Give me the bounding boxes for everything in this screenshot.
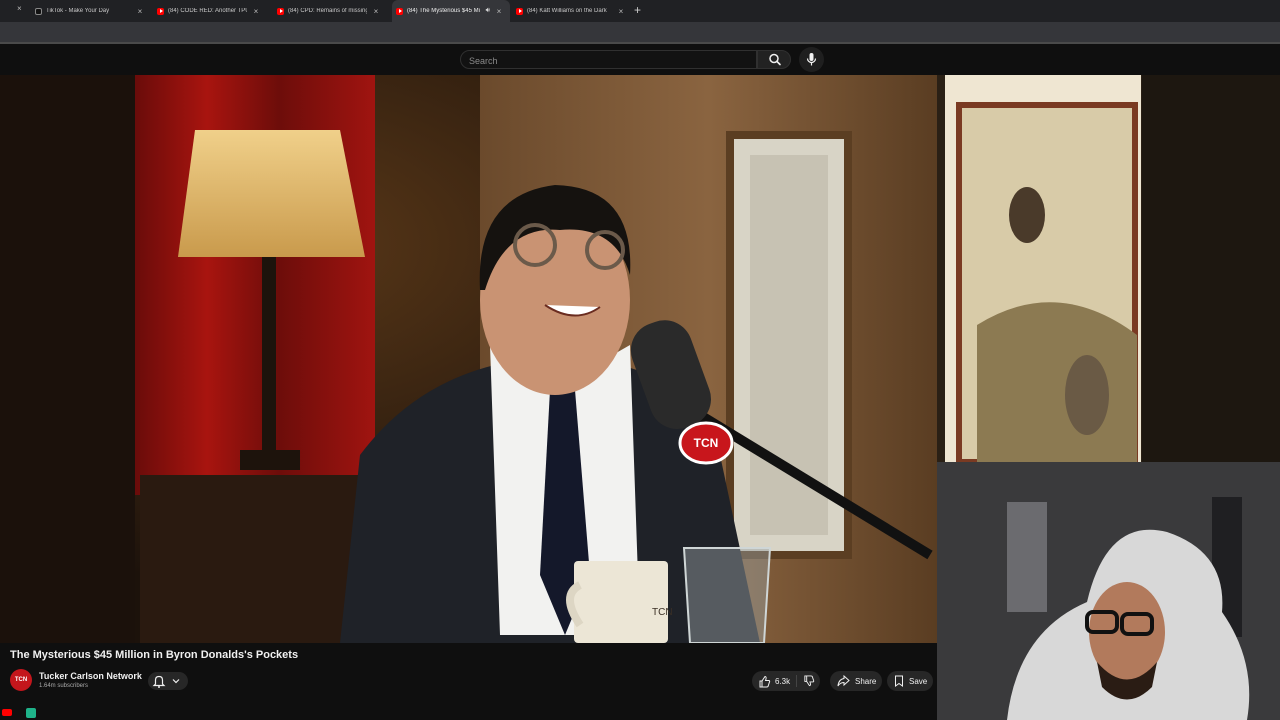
- tab-close-icon[interactable]: ×: [371, 7, 381, 16]
- youtube-icon: [157, 7, 164, 15]
- tab-close-icon[interactable]: ×: [251, 7, 261, 16]
- app-icon: [26, 708, 36, 718]
- browser-tab-code-red[interactable]: (84) CODE RED: Another TPUSA ×: [155, 0, 267, 22]
- browser-tab-tiktok[interactable]: TikTok - Make Your Day ×: [33, 0, 151, 22]
- video-side-panel: [937, 75, 1280, 462]
- speaker-icon[interactable]: 🔊︎: [486, 7, 490, 15]
- tab-title: TikTok - Make Your Day: [46, 8, 110, 14]
- tab-close-icon[interactable]: ×: [494, 7, 504, 16]
- channel-avatar[interactable]: TCN: [10, 669, 32, 691]
- notification-bell-button[interactable]: [148, 672, 188, 690]
- tab-title: (84) CPD: Remains of missing C: [288, 8, 367, 14]
- video-title: The Mysterious $45 Million in Byron Dona…: [10, 649, 299, 661]
- tab-close-icon[interactable]: ×: [616, 7, 626, 16]
- bookmark-icon: [895, 675, 903, 687]
- mug-text: TCN: [652, 607, 673, 618]
- search-button[interactable]: [757, 50, 791, 69]
- youtube-icon: [396, 7, 403, 15]
- mic-logo: TCN: [694, 436, 719, 450]
- save-button[interactable]: Save: [887, 671, 933, 691]
- video-player[interactable]: TCN TCN: [0, 75, 937, 643]
- youtube-icon: [2, 709, 12, 716]
- thumbs-up-icon: [759, 675, 771, 687]
- share-label: Share: [855, 676, 877, 686]
- bottom-strip: [0, 703, 937, 720]
- search-icon: [769, 53, 781, 66]
- youtube-icon: [277, 7, 284, 15]
- tab-close-icon[interactable]: ×: [135, 7, 145, 16]
- share-button[interactable]: Share: [830, 671, 882, 691]
- search-input[interactable]: [461, 52, 739, 70]
- browser-tab-katt-williams[interactable]: (84) Katt Williams on the Dark ×: [514, 0, 630, 22]
- microphone-icon: [806, 53, 817, 66]
- dislike-button[interactable]: [796, 675, 820, 687]
- webcam-frame: [937, 462, 1280, 720]
- voice-search-button[interactable]: [799, 47, 824, 72]
- new-tab-button[interactable]: +: [634, 3, 641, 17]
- like-dislike-group: 6.3k: [752, 671, 820, 691]
- video-frame: TCN TCN: [0, 75, 937, 643]
- youtube-icon: [516, 7, 523, 15]
- tab-title: (84) CODE RED: Another TPUSA: [168, 8, 247, 14]
- like-count: 6.3k: [775, 676, 791, 686]
- browser-toolbar: [0, 22, 1280, 42]
- browser-tab-cpd[interactable]: (84) CPD: Remains of missing C ×: [275, 0, 387, 22]
- webcam-overlay: [937, 462, 1280, 720]
- share-icon: [837, 675, 850, 687]
- bell-icon: [152, 675, 180, 688]
- search-box: [460, 50, 757, 70]
- thumbs-down-icon: [803, 675, 814, 687]
- browser-tab-active[interactable]: (84) The Mysterious $45 Mi 🔊︎ ×: [392, 0, 510, 22]
- tab-title: (84) Katt Williams on the Dark: [527, 8, 607, 14]
- save-label: Save: [909, 676, 928, 686]
- subscriber-count: 1.64m subscribers: [39, 683, 89, 689]
- tiktok-icon: [35, 7, 42, 15]
- tab-title: (84) The Mysterious $45 Mi: [407, 8, 480, 14]
- like-button[interactable]: 6.3k: [752, 675, 796, 688]
- browser-tab-strip: × TikTok - Make Your Day × (84) CODE RED…: [0, 0, 1280, 22]
- channel-name[interactable]: Tucker Carlson Network: [39, 671, 142, 681]
- tab-close-icon[interactable]: ×: [17, 4, 22, 13]
